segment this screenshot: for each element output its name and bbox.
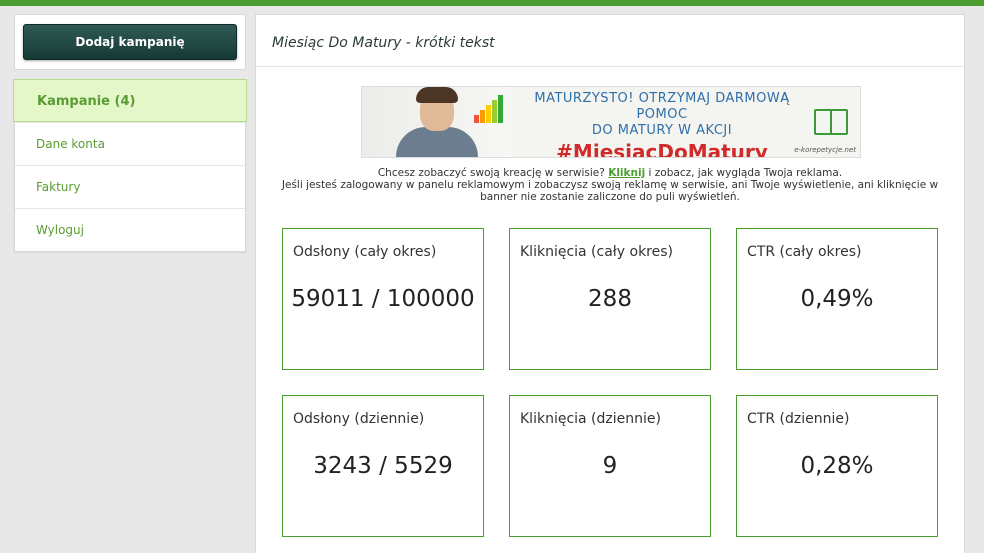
stat-label: Odsłony (cały okres) <box>293 244 437 260</box>
preview-link[interactable]: Kliknij <box>608 167 645 179</box>
campaign-banner[interactable]: MATURZYSTO! OTRZYMAJ DARMOWĄ POMOC DO MA… <box>361 86 861 158</box>
add-campaign-box: Dodaj kampanię <box>14 14 246 70</box>
book-icon <box>814 109 848 135</box>
sidebar-menu: Kampanie (4) Dane konta Faktury Wyloguj <box>13 79 247 252</box>
sidebar-item-account-data[interactable]: Dane konta <box>15 122 245 165</box>
sidebar-item-invoices[interactable]: Faktury <box>15 165 245 208</box>
sidebar: Dodaj kampanię Kampanie (4) Dane konta F… <box>13 14 247 252</box>
chart-bars-icon <box>474 93 508 123</box>
stat-card-impressions-daily: Odsłony (dziennie) 3243 / 5529 <box>282 395 484 537</box>
sidebar-item-campaigns[interactable]: Kampanie (4) <box>13 79 247 122</box>
stat-label: Kliknięcia (dziennie) <box>520 411 661 427</box>
stat-value: 0,49% <box>800 286 874 312</box>
stat-card-impressions-total: Odsłony (cały okres) 59011 / 100000 <box>282 228 484 370</box>
stat-value: 288 <box>588 286 632 312</box>
banner-headline: MATURZYSTO! OTRZYMAJ DARMOWĄ POMOC <box>534 91 790 122</box>
stat-label: Odsłony (dziennie) <box>293 411 425 427</box>
stat-value: 9 <box>602 453 618 479</box>
add-campaign-button[interactable]: Dodaj kampanię <box>23 24 237 60</box>
top-accent-bar <box>0 0 984 6</box>
banner-student-image <box>362 87 512 157</box>
stat-card-clicks-total: Kliknięcia (cały okres) 288 <box>509 228 711 370</box>
stat-card-ctr-total: CTR (cały okres) 0,49% <box>736 228 938 370</box>
stat-value: 3243 / 5529 <box>313 453 453 479</box>
stat-label: Kliknięcia (cały okres) <box>520 244 674 260</box>
stat-card-clicks-daily: Kliknięcia (dziennie) 9 <box>509 395 711 537</box>
sidebar-item-logout[interactable]: Wyloguj <box>15 208 245 251</box>
stat-label: CTR (cały okres) <box>747 244 862 260</box>
main-panel: Miesiąc Do Matury - krótki tekst MATURZY… <box>255 14 965 553</box>
stat-value: 59011 / 100000 <box>291 286 475 312</box>
stat-label: CTR (dziennie) <box>747 411 850 427</box>
main-header: Miesiąc Do Matury - krótki tekst <box>256 15 964 67</box>
stat-value: 0,28% <box>800 453 874 479</box>
banner-hashtag: #MiesiącDoMatury <box>556 140 768 158</box>
banner-brand-logo: e-korepetycje.net <box>794 146 856 154</box>
stat-card-ctr-daily: CTR (dziennie) 0,28% <box>736 395 938 537</box>
preview-info-text: Chcesz zobaczyć swoją kreację w serwisie… <box>281 167 939 203</box>
page-title: Miesiąc Do Matury - krótki tekst <box>272 35 495 51</box>
banner-subline: DO MATURY W AKCJI <box>591 123 733 138</box>
